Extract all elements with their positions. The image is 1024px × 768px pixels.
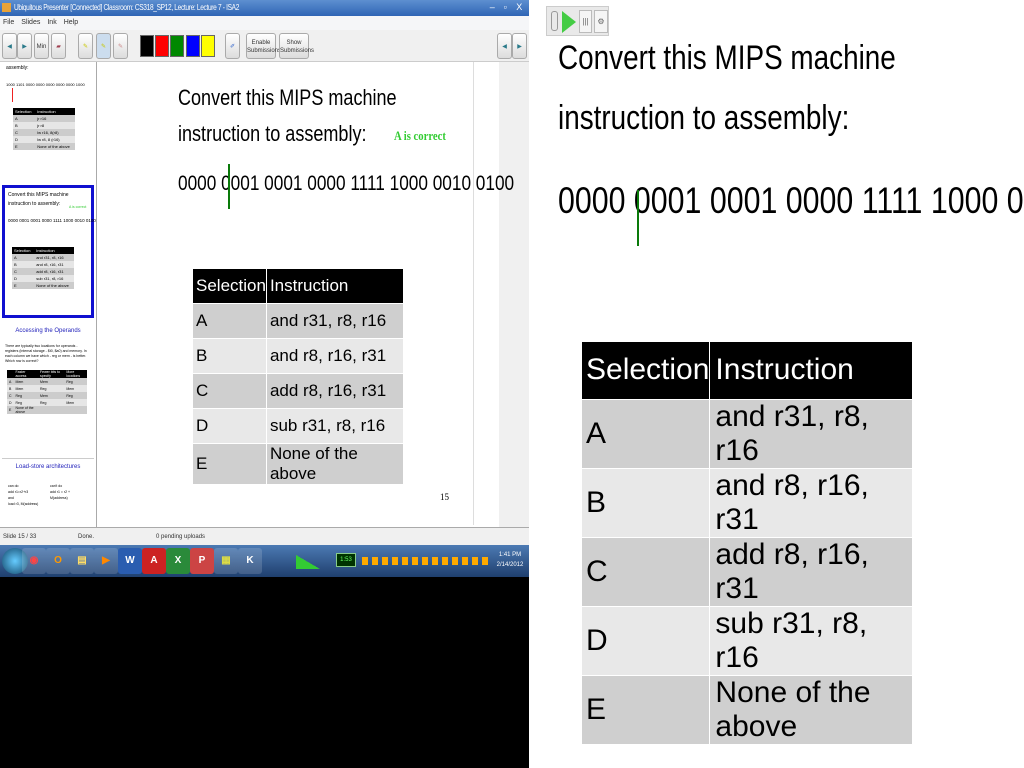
app-icon [2,3,11,12]
pen-eraser-icon[interactable]: ✎ [113,33,128,59]
current-slide[interactable]: Convert this MIPS machine instruction to… [160,62,514,525]
projected-ink-mark [637,190,639,246]
maximize-button[interactable]: ▫ [499,1,511,14]
status-bar: Slide 15 / 33 Done. 0 pending uploads [0,527,529,545]
thumb-annotation: A is correct [69,205,87,209]
thumbnail-slide-17[interactable]: Load-store architectures can do add r1=r2… [2,458,94,524]
thumb-title: Load-store architectures [15,464,81,470]
prev-slide-button[interactable]: ◀ [2,33,17,59]
menu-ink[interactable]: Ink [47,19,56,26]
answer-table: Selection Instruction Aand r31, r8, r16 B… [193,269,403,484]
ink-mark [228,164,230,209]
thumb-table: Selection Instruction Ajr r16 Bjr r8 Clw … [13,108,75,150]
pending-uploads: 0 pending uploads [156,534,206,540]
menu-bar: File Slides Ink Help [0,16,529,30]
table-row: E None of the above [582,674,912,744]
slide-filmstrip[interactable]: assembly: 1000 1101 0000 0000 0000 0000 … [0,62,97,527]
highlighter-icon[interactable]: ✎ [96,33,111,59]
thumb-binary: 1000 1101 0000 0000 0000 0000 0000 1000 [6,82,85,87]
color-green[interactable] [170,35,184,57]
menu-help[interactable]: Help [64,19,78,26]
thumb-left-text: can do add r1=r2+r3 and load r3, M(address) [8,484,39,506]
next-slide-button[interactable]: ▶ [17,33,32,59]
taskbar-app-word[interactable]: W [118,548,142,574]
thumbnail-slide-16[interactable]: Accessing the Operands There are typical… [2,324,94,454]
ink-annotation-correct: A is correct [394,128,446,143]
thumb-right-text: can't do add r1 = r2 + M(address) [50,484,71,500]
thumb-binary: 0000 0001 0001 0000 1111 1000 0010 0100 [8,218,96,223]
prev-slide-right-button[interactable]: ◀ [497,33,512,59]
minimize-button[interactable]: – [486,1,498,14]
status-text: Done. [78,534,95,540]
table-row: E None of the above [193,442,403,484]
clock[interactable]: 1:41 PM 2/14/2012 [492,550,528,570]
taskbar-app-media[interactable]: ▶ [94,548,118,574]
taskbar-app-outlook[interactable]: O [46,548,70,574]
menu-file[interactable]: File [3,19,14,26]
taskbar-app-presenter[interactable]: ▦ [214,548,238,574]
taskbar-app-chrome[interactable]: ◉ [22,548,46,574]
table-row: Dsub r31, r8, r16 [193,407,403,443]
ink-annotation [12,88,32,102]
pen-icon[interactable]: ✎ [78,33,93,59]
thumbnail-slide-14[interactable]: assembly: 1000 1101 0000 0000 0000 0000 … [2,62,94,180]
enable-submissions-button[interactable]: Enable Submissions [246,33,281,59]
taskbar-app-powerpoint[interactable]: P [190,548,214,574]
thumb-title: assembly: [6,65,29,71]
table-row: Band r8, r16, r31 [582,467,912,537]
thumbnail-slide-15-selected[interactable]: Convert this MIPS machine instruction to… [2,185,96,318]
toolbar: ◀ ▶ Min ▰ ✎ ✎ ✎ ✐ Enable Submissions Sho… [0,30,529,62]
thumb-table: Faster access Fewer bits to specify More l… [7,370,87,414]
color-black[interactable] [140,35,154,57]
color-red[interactable] [155,35,169,57]
slide-title: Convert this MIPS machine instruction to… [178,85,397,146]
thumb-table: Selection Instruction Aand r31, r8, r16 B… [12,247,74,289]
min-button[interactable]: Min [34,33,49,59]
color-blue[interactable] [186,35,200,57]
projected-slide-title: Convert this MIPS machine instruction to… [558,39,896,137]
signal-icon [296,555,320,569]
desktop-blank [0,577,529,768]
table-row: Aand r31, r8, r16 [582,398,912,468]
thumb-title: Accessing the Operands [15,328,81,334]
taskbar-app-acrobat[interactable]: A [142,548,166,574]
eraser-icon[interactable]: ▰ [51,33,66,59]
table-row: Cadd r8, r16, r31 [582,536,912,606]
show-submissions-button[interactable]: Show Submissions [279,33,314,59]
next-slide-right-button[interactable]: ▶ [512,33,527,59]
thumb-text: There are typically two locations for op… [5,344,87,363]
window-title: Ubiquitous Presenter [Connected] Classro… [14,3,240,12]
title-bar: Ubiquitous Presenter [Connected] Classro… [0,0,529,16]
projected-answer-table: Selection Instruction Aand r31, r8, r16 B… [582,342,912,744]
slide-number: 15 [440,492,449,502]
menu-slides[interactable]: Slides [21,19,40,26]
close-button[interactable]: X [512,1,526,14]
taskbar-app-excel[interactable]: X [166,548,190,574]
lock-icon[interactable] [551,11,558,31]
tray-icons[interactable] [362,557,488,565]
presenter-window: Ubiquitous Presenter [Connected] Classro… [0,0,529,577]
color-yellow[interactable] [201,35,215,57]
taskbar-app-other[interactable]: K [238,548,262,574]
taskbar-app-explorer[interactable]: ▤ [70,548,94,574]
projected-binary: 0000 0001 0001 0000 1111 1000 0010 0100 [558,180,1024,221]
table-row: Aand r31, r8, r16 [193,302,403,338]
taskbar: ◉ O ▤ ▶ W A X P ▦ K 1:53 1:41 PM 2/14/201… [0,545,529,577]
battery-indicator: 1:53 [336,553,356,567]
slide-counter: Slide 15 / 33 [3,534,37,540]
table-row: Cadd r8, r16, r31 [193,372,403,408]
whiteboard-icon[interactable]: ✐ [225,33,240,59]
table-row: Band r8, r16, r31 [193,337,403,373]
table-row: Dsub r31, r8, r16 [582,605,912,675]
binary-instruction: 0000 0001 0001 0000 1111 1000 0010 0100 [178,172,515,195]
